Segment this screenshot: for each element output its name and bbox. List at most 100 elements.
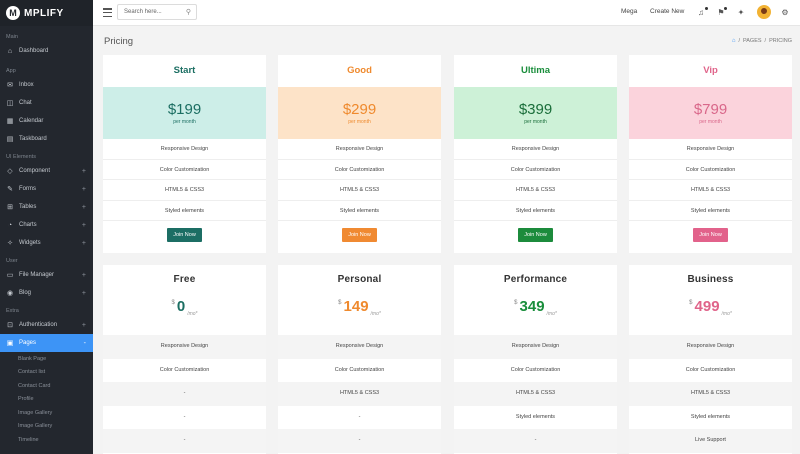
sidebar-item-label: Forms: [19, 186, 36, 192]
feature-item: Styled elements: [515, 413, 556, 420]
breadcrumb-sep: /: [738, 38, 740, 44]
price-period: per month: [348, 119, 371, 125]
brand-logo-icon: M: [6, 6, 20, 20]
pricing-card-free: Free $ 0 /mo* Responsive Design Color Cu…: [103, 265, 266, 454]
section-label-main: Main: [6, 34, 18, 40]
price-period: /mo*: [187, 311, 198, 317]
page-title: Pricing: [104, 36, 134, 47]
sidebar-item-label: Blog: [19, 290, 32, 296]
taskboard-icon: ▤: [6, 136, 14, 143]
sidebar-item-dashboard[interactable]: ⌂ Dashboard: [0, 42, 93, 60]
flag-dot: [724, 7, 727, 10]
plan-amount: 0: [176, 298, 186, 315]
sidebar-item-pages[interactable]: ▣ Pages -: [0, 334, 93, 352]
plan-name: Performance: [503, 274, 568, 285]
create-new-link[interactable]: Create New: [650, 8, 684, 15]
feature-item: Responsive Design: [278, 335, 441, 359]
sidebar-item-blog[interactable]: ◉ Blog +: [0, 284, 93, 302]
gear-icon[interactable]: ⚙: [780, 7, 790, 17]
sidebar-item-label: Pages: [19, 340, 37, 346]
plan-price: $299: [342, 101, 377, 118]
price-period: /mo*: [370, 311, 381, 317]
pricing-card-personal: Personal $ 149 /mo* Responsive Design Co…: [278, 265, 441, 454]
pricing-card-start: Start $199 per month Responsive Design C…: [103, 55, 266, 253]
sidebar-item-authentication[interactable]: ⊡ Authentication +: [0, 316, 93, 334]
pin-icon[interactable]: ✦: [736, 7, 746, 17]
sidebar-item-file-manager[interactable]: ▭ File Manager +: [0, 266, 93, 284]
pricing-card-good: Good $299 per month Responsive Design Co…: [278, 55, 441, 253]
search-input[interactable]: Search here... ⚲: [117, 4, 197, 20]
plan-price: $799: [693, 101, 728, 118]
menu-toggle-icon[interactable]: [103, 8, 112, 17]
feature-item: Color Customization: [454, 160, 617, 180]
plan-name: Good: [347, 65, 372, 76]
sidebar-subitem-contact-list[interactable]: Contact list: [0, 366, 93, 380]
pricing-card-performance: Performance $ 349 /mo* Responsive Design…: [454, 265, 617, 454]
feature-item: -: [103, 429, 266, 453]
feature-item: Styled elements: [454, 201, 617, 221]
sidebar-item-calendar[interactable]: ▦ Calendar: [0, 112, 93, 130]
brand[interactable]: M MPLIFY: [0, 0, 93, 26]
feature-item: HTML5 & CSS3: [278, 180, 441, 201]
feature-item: Responsive Design: [103, 335, 266, 359]
sidebar-item-label: Component: [19, 168, 51, 174]
sidebar-subitem-timeline[interactable]: Timeline: [0, 433, 93, 447]
sidebar-item-widgets[interactable]: ✧ Widgets +: [0, 234, 93, 252]
sidebar-item-inbox[interactable]: ✉ Inbox: [0, 76, 93, 94]
sidebar-item-tables[interactable]: ⊞ Tables +: [0, 198, 93, 216]
feature-item: Color Customization: [103, 160, 266, 180]
feature-item: Color Customization: [685, 366, 736, 373]
join-now-button[interactable]: Join Now: [693, 228, 728, 242]
feature-item: Styled elements: [103, 201, 266, 221]
mega-menu-link[interactable]: Mega: [621, 8, 637, 15]
section-label-extra: Extra: [6, 308, 19, 314]
expand-icon: +: [81, 239, 86, 247]
currency-symbol: $: [171, 300, 175, 306]
sidebar-subitem-image-gallery-2[interactable]: Image Gallery: [0, 420, 93, 434]
price-row: $ 499 /mo*: [629, 295, 792, 335]
sidebar-item-forms[interactable]: ✎ Forms +: [0, 180, 93, 198]
notification-dot: [705, 7, 708, 10]
plan-amount: 349: [519, 298, 545, 315]
feature-item: HTML5 & CSS3: [454, 382, 617, 406]
join-now-button[interactable]: Join Now: [518, 228, 553, 242]
feature-item: -: [358, 413, 361, 420]
sidebar-subitem-contact-card[interactable]: Contact Card: [0, 379, 93, 393]
folder-icon: ▭: [6, 272, 14, 279]
plan-name: Personal: [337, 274, 382, 285]
chat-icon: ◫: [6, 100, 14, 107]
feature-item: -: [278, 429, 441, 453]
sidebar-item-component[interactable]: ◇ Component +: [0, 162, 93, 180]
sidebar-item-taskboard[interactable]: ▤ Taskboard: [0, 130, 93, 148]
plan-name: Vip: [703, 65, 718, 76]
feature-item: Responsive Design: [454, 335, 617, 359]
price-row: $ 149 /mo*: [278, 295, 441, 335]
plan-name: Ultima: [520, 65, 551, 76]
sidebar-item-charts[interactable]: ◔ Charts +: [0, 216, 93, 234]
avatar[interactable]: [757, 5, 771, 19]
sidebar-item-label: Authentication: [19, 322, 58, 328]
join-now-button[interactable]: Join Now: [167, 228, 202, 242]
feature-item: -: [103, 382, 266, 406]
sidebar: M MPLIFY Main ⌂ Dashboard App ✉ Inbox ◫ …: [0, 0, 93, 454]
calendar-icon: ▦: [6, 118, 14, 125]
sidebar-subitem-blank-page[interactable]: Blank Page: [0, 352, 93, 366]
sidebar-item-label: Inbox: [19, 82, 34, 88]
home-icon[interactable]: ⌂: [732, 38, 736, 44]
tables-icon: ⊞: [7, 204, 13, 211]
price-row: $ 0 /mo*: [103, 295, 266, 335]
search-icon[interactable]: ⚲: [186, 8, 191, 16]
home-icon: ⌂: [7, 47, 13, 55]
sidebar-subitem-image-gallery[interactable]: Image Gallery: [0, 406, 93, 420]
feature-item: HTML5 & CSS3: [103, 180, 266, 201]
join-now-button[interactable]: Join Now: [342, 228, 377, 242]
breadcrumb: ⌂ / PAGES / PRICING: [732, 38, 792, 44]
breadcrumb-pages[interactable]: PAGES: [743, 38, 762, 44]
feature-item: HTML5 & CSS3: [629, 382, 792, 406]
inbox-icon: ✉: [7, 82, 13, 89]
charts-icon: ◔: [7, 221, 13, 229]
price-row: $ 349 /mo*: [454, 295, 617, 335]
sidebar-subitem-profile[interactable]: Profile: [0, 393, 93, 407]
section-label-app: App: [6, 68, 16, 74]
sidebar-item-chat[interactable]: ◫ Chat: [0, 94, 93, 112]
